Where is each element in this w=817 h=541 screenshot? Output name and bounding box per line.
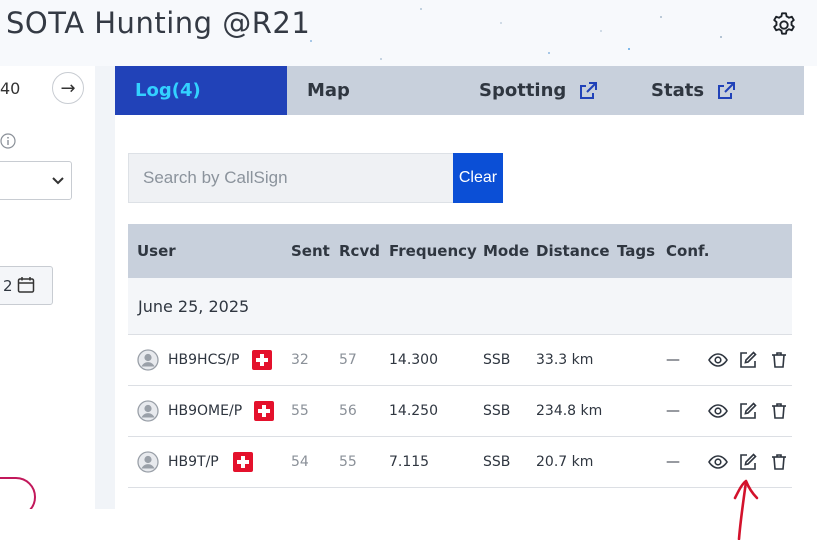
column-header-tags: Tags bbox=[617, 242, 656, 260]
eye-icon[interactable] bbox=[708, 401, 728, 421]
info-icon bbox=[0, 133, 16, 149]
mode-select[interactable] bbox=[0, 161, 72, 200]
chevron-down-icon bbox=[52, 177, 64, 185]
column-header-rcvd: Rcvd bbox=[339, 242, 380, 260]
external-link-icon bbox=[718, 81, 736, 99]
confirmation: — bbox=[666, 454, 680, 470]
tab-map[interactable]: Map bbox=[287, 66, 447, 115]
column-header-frequency: Frequency bbox=[389, 242, 477, 260]
edit-icon[interactable] bbox=[738, 452, 758, 472]
user-avatar-icon bbox=[137, 349, 159, 371]
trash-icon[interactable] bbox=[769, 401, 789, 421]
frequency: 14.250 bbox=[389, 403, 438, 419]
distance: 33.3 km bbox=[536, 352, 594, 368]
table-row[interactable]: HB9T/P 54 55 7.115 SSB 20.7 km — bbox=[128, 437, 792, 488]
callsign[interactable]: HB9HCS/P bbox=[168, 352, 239, 368]
tab-map-label: Map bbox=[307, 80, 350, 101]
rcvd-report: 55 bbox=[339, 454, 357, 470]
page-title: SOTA Hunting @R21 bbox=[6, 6, 311, 40]
panel-gutter bbox=[95, 66, 115, 509]
star-decoration bbox=[310, 40, 312, 42]
confirmation: — bbox=[666, 352, 680, 368]
star-decoration bbox=[420, 8, 422, 10]
date-group-label: June 25, 2025 bbox=[138, 297, 250, 316]
calendar-icon[interactable] bbox=[17, 276, 35, 294]
star-decoration bbox=[628, 48, 630, 50]
eye-icon[interactable] bbox=[708, 452, 728, 472]
column-header-distance: Distance bbox=[536, 242, 610, 260]
tab-log-label: Log(4) bbox=[135, 80, 201, 101]
tab-bar: Log(4) Map Spotting Stats bbox=[115, 66, 804, 115]
page-bottom bbox=[0, 509, 817, 541]
table-row-partial bbox=[128, 488, 792, 509]
mode: SSB bbox=[483, 454, 511, 470]
frequency: 14.300 bbox=[389, 352, 438, 368]
swiss-flag-icon bbox=[254, 401, 274, 421]
date-group-row: June 25, 2025 bbox=[128, 278, 792, 335]
settings-button[interactable] bbox=[768, 9, 800, 41]
go-button[interactable]: → bbox=[52, 72, 84, 104]
star-decoration bbox=[660, 16, 662, 18]
star-decoration bbox=[720, 36, 722, 38]
tab-stats-label: Stats bbox=[651, 80, 705, 101]
frequency-input[interactable]: 40 bbox=[0, 70, 52, 108]
callsign[interactable]: HB9T/P bbox=[168, 454, 219, 470]
table-header: User Sent Rcvd Frequency Mode Distance T… bbox=[128, 224, 792, 278]
gear-icon bbox=[773, 12, 795, 35]
column-header-sent: Sent bbox=[291, 242, 330, 260]
star-decoration bbox=[380, 58, 382, 60]
sent-report: 55 bbox=[291, 403, 309, 419]
arrow-right-icon: → bbox=[60, 77, 76, 99]
star-decoration bbox=[548, 52, 550, 54]
table-row[interactable]: HB9HCS/P 32 57 14.300 SSB 33.3 km — bbox=[128, 335, 792, 386]
trash-icon[interactable] bbox=[769, 350, 789, 370]
annotation-arrow-icon bbox=[733, 479, 759, 540]
tab-stats[interactable]: Stats bbox=[651, 66, 791, 115]
confirmation: — bbox=[666, 403, 680, 419]
swiss-flag-icon bbox=[252, 350, 272, 370]
callsign-search-input[interactable] bbox=[128, 153, 453, 203]
mode: SSB bbox=[483, 352, 511, 368]
column-header-mode: Mode bbox=[483, 242, 530, 260]
sent-report: 54 bbox=[291, 454, 309, 470]
frequency: 7.115 bbox=[389, 454, 430, 470]
eye-icon[interactable] bbox=[708, 350, 728, 370]
star-decoration bbox=[500, 22, 502, 24]
tab-spotting[interactable]: Spotting bbox=[479, 66, 629, 115]
clear-button[interactable]: Clear bbox=[453, 153, 503, 203]
edit-icon[interactable] bbox=[738, 350, 758, 370]
distance: 20.7 km bbox=[536, 454, 594, 470]
external-link-icon bbox=[580, 81, 598, 99]
edit-icon[interactable] bbox=[738, 401, 758, 421]
tab-log[interactable]: Log(4) bbox=[115, 66, 287, 115]
user-avatar-icon bbox=[137, 400, 159, 422]
user-avatar-icon bbox=[137, 451, 159, 473]
sent-report: 32 bbox=[291, 352, 309, 368]
table-row[interactable]: HB9OME/P 55 56 14.250 SSB 234.8 km — bbox=[128, 386, 792, 437]
column-header-conf: Conf. bbox=[666, 242, 710, 260]
rcvd-report: 57 bbox=[339, 352, 357, 368]
star-decoration bbox=[600, 30, 602, 32]
distance: 234.8 km bbox=[536, 403, 603, 419]
mode: SSB bbox=[483, 403, 511, 419]
column-header-user: User bbox=[137, 242, 176, 260]
callsign[interactable]: HB9OME/P bbox=[168, 403, 242, 419]
trash-icon[interactable] bbox=[769, 452, 789, 472]
rcvd-report: 56 bbox=[339, 403, 357, 419]
swiss-flag-icon bbox=[233, 452, 253, 472]
tab-spotting-label: Spotting bbox=[479, 80, 567, 101]
